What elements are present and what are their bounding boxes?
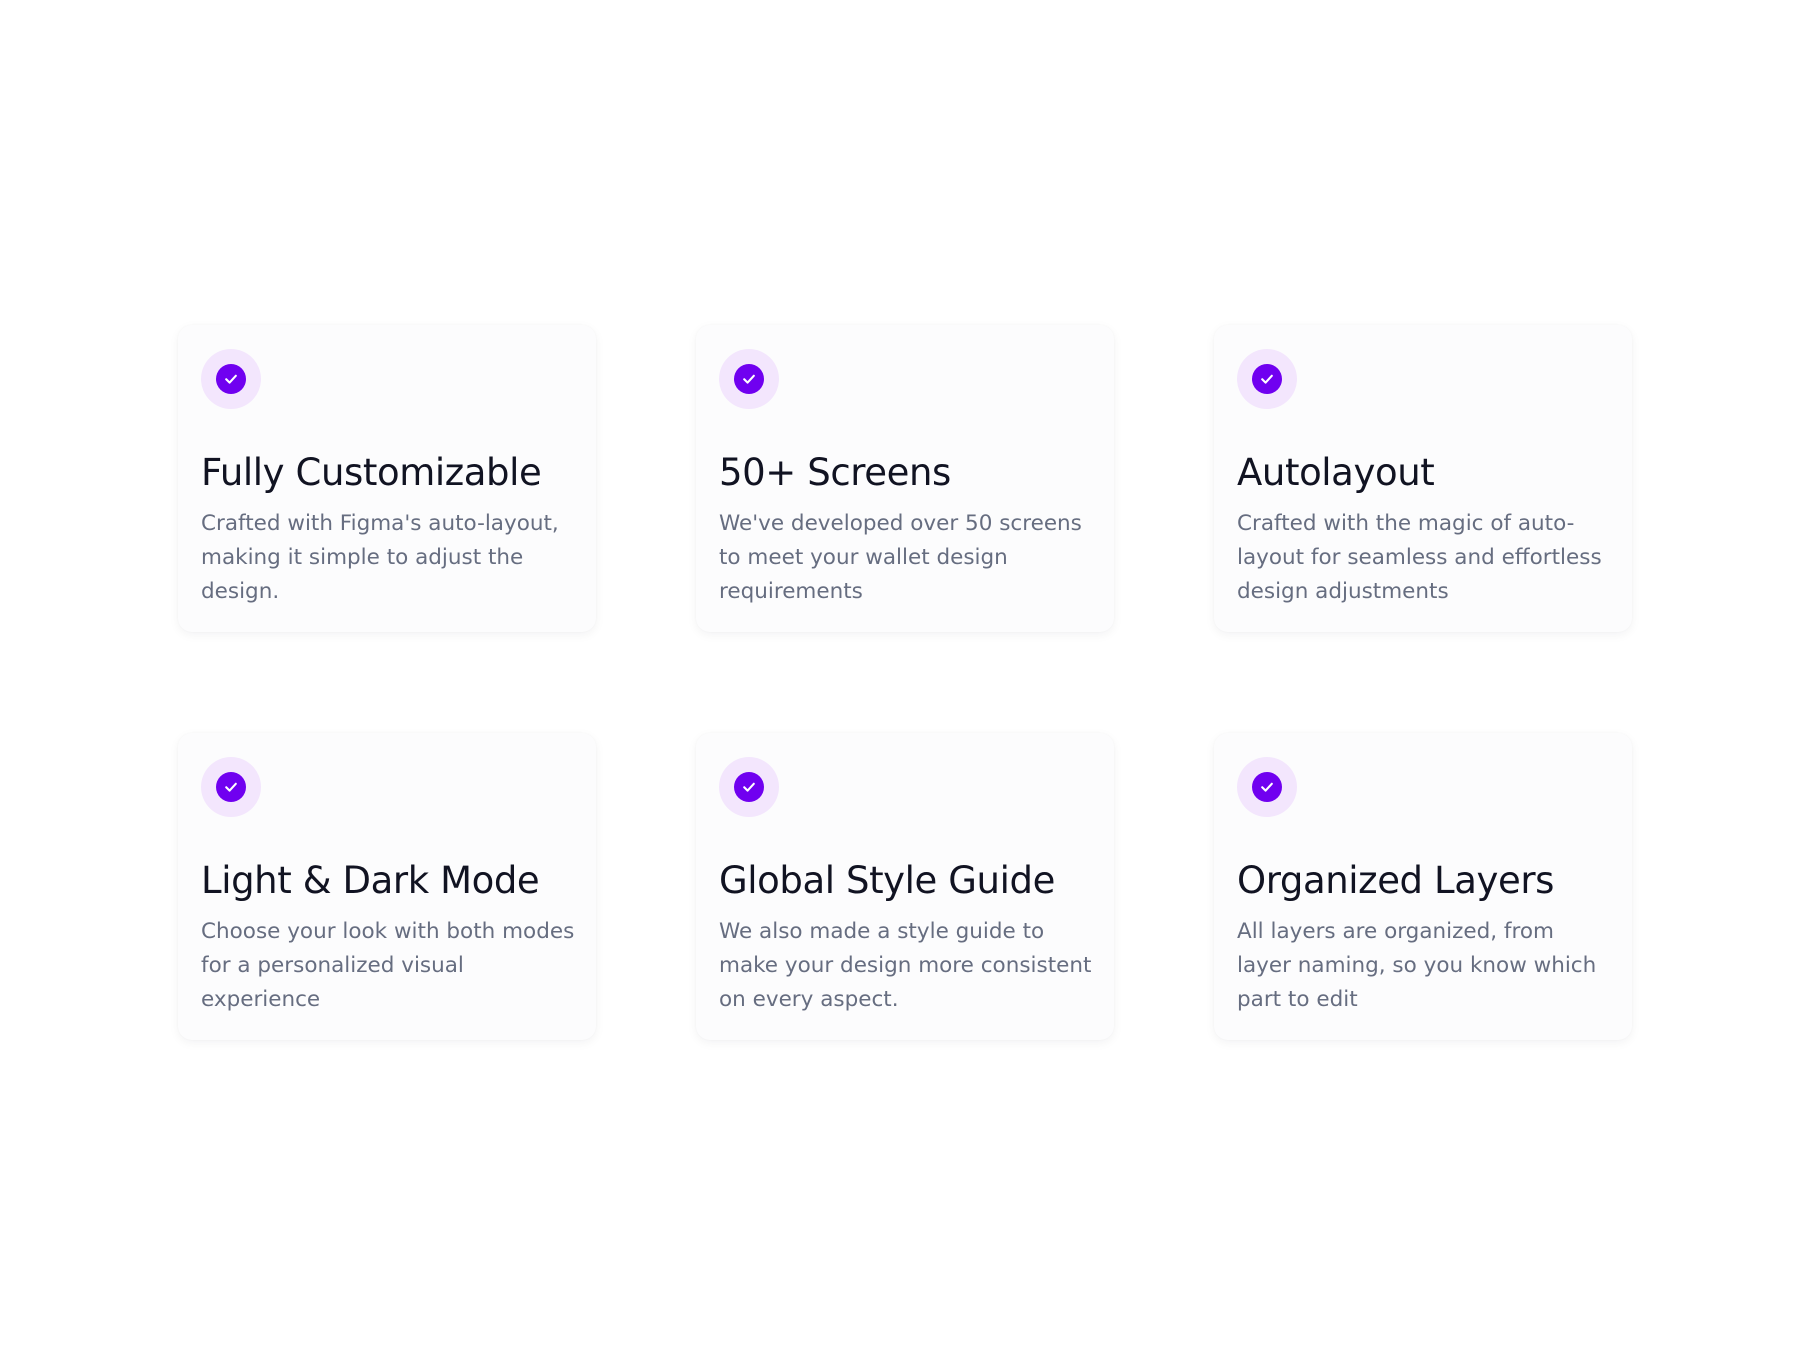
feature-card-global-style-guide: Global Style Guide We also made a style …: [696, 733, 1114, 1040]
check-circle-icon: [1252, 772, 1282, 802]
check-badge: [719, 757, 779, 817]
check-circle-icon: [734, 772, 764, 802]
feature-title: Global Style Guide: [719, 859, 1055, 902]
feature-title: Organized Layers: [1237, 859, 1555, 902]
feature-description: Choose your look with both modes for a p…: [201, 919, 575, 1012]
check-badge: [201, 757, 261, 817]
feature-card-autolayout: Autolayout Crafted with the magic of aut…: [1214, 325, 1632, 632]
check-badge: [719, 349, 779, 409]
feature-title: Light & Dark Mode: [201, 859, 540, 902]
check-badge: [1237, 349, 1297, 409]
feature-card-organized-layers: Organized Layers All layers are organize…: [1214, 733, 1632, 1040]
check-circle-icon: [216, 364, 246, 394]
feature-title: Autolayout: [1237, 451, 1435, 494]
feature-card-fully-customizable: Fully Customizable Crafted with Figma's …: [178, 325, 596, 632]
check-circle-icon: [734, 364, 764, 394]
feature-description: Crafted with Figma's auto-layout, making…: [201, 511, 559, 604]
check-circle-icon: [1252, 364, 1282, 394]
check-badge: [201, 349, 261, 409]
feature-description: We've developed over 50 screens to meet …: [719, 511, 1082, 604]
check-badge: [1237, 757, 1297, 817]
feature-title: Fully Customizable: [201, 451, 542, 494]
feature-description: Crafted with the magic of auto-layout fo…: [1237, 511, 1602, 604]
check-circle-icon: [216, 772, 246, 802]
feature-description: All layers are organized, from layer nam…: [1237, 919, 1597, 1012]
feature-title: 50+ Screens: [719, 451, 951, 494]
feature-card-50-screens: 50+ Screens We've developed over 50 scre…: [696, 325, 1114, 632]
feature-grid: Fully Customizable Crafted with Figma's …: [178, 325, 1632, 1040]
feature-card-light-dark-mode: Light & Dark Mode Choose your look with …: [178, 733, 596, 1040]
feature-description: We also made a style guide to make your …: [719, 919, 1092, 1012]
